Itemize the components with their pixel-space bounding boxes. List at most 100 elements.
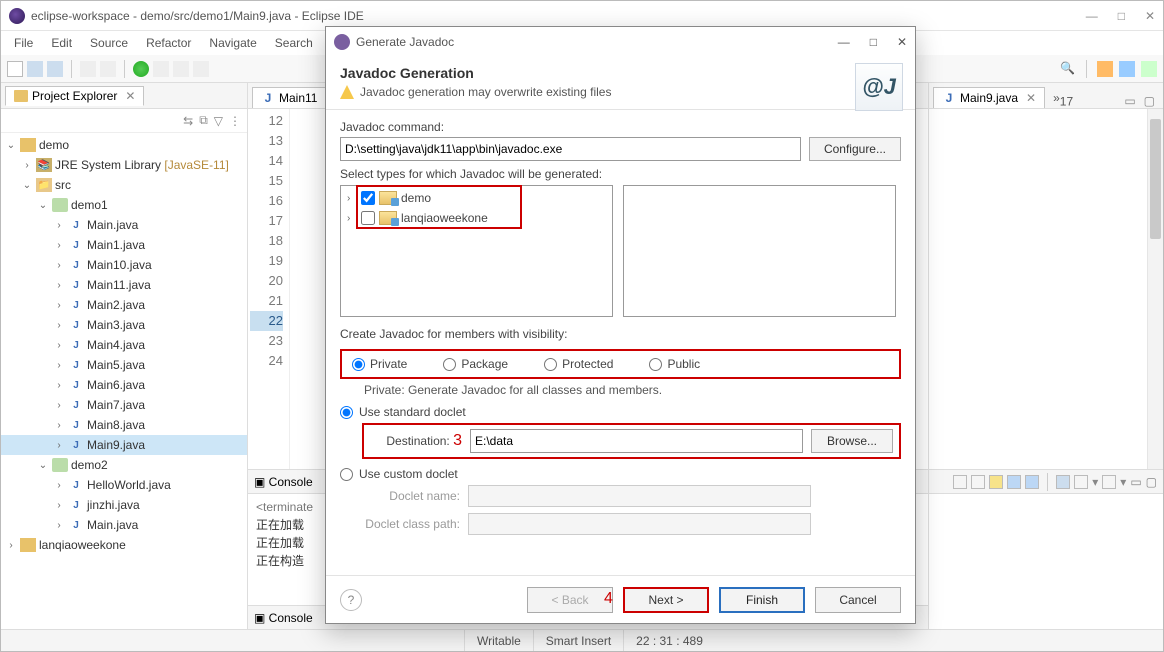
type-checkbox-demo[interactable] [361, 191, 375, 205]
minimize-icon[interactable]: — [1086, 9, 1098, 23]
console-tab-2[interactable]: ▣ Console [254, 611, 313, 625]
close-tab-icon[interactable]: ✕ [1026, 91, 1036, 105]
menu-search[interactable]: Search [266, 33, 322, 53]
toggle-icon[interactable] [100, 61, 116, 77]
menu-edit[interactable]: Edit [42, 33, 81, 53]
tree-jre[interactable]: ›📚JRE System Library [JavaSE-11] [1, 155, 247, 175]
stop-icon[interactable] [173, 61, 189, 77]
menu-file[interactable]: File [5, 33, 42, 53]
console-tab[interactable]: ▣ Console [254, 475, 313, 489]
scrollbar-vertical[interactable] [1147, 109, 1163, 469]
tree-file[interactable]: ›Main4.java [1, 335, 247, 355]
tree-file[interactable]: ›Main6.java [1, 375, 247, 395]
java-perspective-icon[interactable] [1119, 61, 1135, 77]
new-icon[interactable] [7, 61, 23, 77]
javadoc-command-input[interactable] [340, 137, 801, 161]
tree-file[interactable]: ›Main2.java [1, 295, 247, 315]
toolbar-icon[interactable] [1007, 475, 1021, 489]
dialog-close-icon[interactable]: ✕ [897, 35, 907, 49]
types-tree-right[interactable] [623, 185, 896, 317]
toolbar-icon[interactable] [1056, 475, 1070, 489]
tree-src[interactable]: ⌄📁src [1, 175, 247, 195]
tree-file[interactable]: ›HelloWorld.java [1, 475, 247, 495]
view-menu-icon[interactable]: ⋮ [229, 114, 241, 128]
search-icon[interactable]: 🔍 [1060, 61, 1076, 77]
tree-project-demo[interactable]: ⌄demo [1, 135, 247, 155]
help-button[interactable]: ? [340, 589, 362, 611]
finish-button[interactable]: Finish [719, 587, 805, 613]
radio-standard-doclet[interactable]: Use standard doclet [340, 405, 901, 419]
java-file-icon [68, 278, 84, 292]
save-all-icon[interactable] [47, 61, 63, 77]
tree-file[interactable]: ›Main7.java [1, 395, 247, 415]
debug-icon[interactable] [153, 61, 169, 77]
editor-tab-main9[interactable]: Main9.java✕ [933, 87, 1045, 108]
tree-pkg-demo2[interactable]: ⌄demo2 [1, 455, 247, 475]
menu-source[interactable]: Source [81, 33, 137, 53]
tree-file[interactable]: ›Main3.java [1, 315, 247, 335]
tree-file[interactable]: ›Main5.java [1, 355, 247, 375]
radio-protected[interactable]: Protected [544, 357, 613, 371]
next-button[interactable]: Next > [623, 587, 709, 613]
radio-private[interactable]: Private [352, 357, 407, 371]
tree-project-lanqiao[interactable]: ›lanqiaoweekone [1, 535, 247, 555]
close-view-icon[interactable]: ✕ [125, 89, 135, 103]
tree-file[interactable]: ›jinzhi.java [1, 495, 247, 515]
maximize-icon[interactable]: □ [1118, 9, 1125, 23]
minimize-view-icon[interactable]: ▭ [1120, 94, 1139, 108]
maximize-view-icon[interactable]: ▢ [1140, 94, 1159, 108]
menu-refactor[interactable]: Refactor [137, 33, 200, 53]
collapse-icon[interactable]: ⇆ [183, 114, 193, 128]
filter-icon[interactable]: ▽ [214, 114, 223, 128]
browse-button[interactable]: Browse... [811, 429, 893, 453]
toolbar-icon[interactable] [971, 475, 985, 489]
dialog-heading: Javadoc Generation [340, 65, 901, 81]
toolbar-icon[interactable] [1074, 475, 1088, 489]
explorer-tab[interactable]: Project Explorer ✕ [5, 86, 144, 106]
toolbar-icon[interactable] [989, 475, 1003, 489]
cancel-button[interactable]: Cancel [815, 587, 901, 613]
maximize-view-icon[interactable]: ▢ [1146, 475, 1157, 489]
perspective-icon[interactable] [1097, 61, 1113, 77]
open-type-icon[interactable] [80, 61, 96, 77]
radio-custom-doclet[interactable]: Use custom doclet [340, 467, 901, 481]
types-tree-left[interactable]: › demo › lanqiaoweekone [340, 185, 613, 317]
destination-input[interactable] [470, 429, 803, 453]
run-icon[interactable] [133, 61, 149, 77]
line-number: 12 [250, 111, 283, 131]
tree-file[interactable]: ›Main8.java [1, 415, 247, 435]
dialog-maximize-icon[interactable]: □ [870, 35, 877, 49]
editor-tab-main11[interactable]: Main11 [252, 87, 326, 108]
type-item-lanqiao[interactable]: › lanqiaoweekone [343, 208, 610, 228]
type-checkbox-lanqiao[interactable] [361, 211, 375, 225]
radio-public[interactable]: Public [649, 357, 700, 371]
save-icon[interactable] [27, 61, 43, 77]
destination-label: Destination: 3 [364, 432, 462, 450]
toolbar-icon[interactable] [1025, 475, 1039, 489]
tree-file[interactable]: ›Main9.java [1, 435, 247, 455]
tree-file[interactable]: ›Main.java [1, 215, 247, 235]
configure-button[interactable]: Configure... [809, 137, 901, 161]
menu-navigate[interactable]: Navigate [200, 33, 265, 53]
dialog-minimize-icon[interactable]: — [838, 35, 850, 49]
java-file-icon [68, 338, 84, 352]
toolbar-icon[interactable] [953, 475, 967, 489]
tree-pkg-demo1[interactable]: ⌄demo1 [1, 195, 247, 215]
toolbar-icon[interactable] [1102, 475, 1116, 489]
debug-perspective-icon[interactable] [1141, 61, 1157, 77]
minimize-view-icon[interactable]: ▭ [1130, 475, 1141, 489]
type-item-demo[interactable]: › demo [343, 188, 610, 208]
tree-file[interactable]: ›Main11.java [1, 275, 247, 295]
radio-package[interactable]: Package [443, 357, 508, 371]
project-tree[interactable]: ⌄demo ›📚JRE System Library [JavaSE-11] ⌄… [1, 133, 247, 629]
java-file-icon [68, 498, 84, 512]
build-icon[interactable] [193, 61, 209, 77]
close-icon[interactable]: ✕ [1145, 9, 1155, 23]
tree-file[interactable]: ›Main10.java [1, 255, 247, 275]
more-tabs[interactable]: »17 [1053, 91, 1073, 108]
tree-file[interactable]: ›Main.java [1, 515, 247, 535]
link-icon[interactable]: ⧉ [199, 113, 208, 128]
tree-file[interactable]: ›Main1.java [1, 235, 247, 255]
status-writable: Writable [464, 630, 533, 651]
java-icon [261, 91, 275, 105]
